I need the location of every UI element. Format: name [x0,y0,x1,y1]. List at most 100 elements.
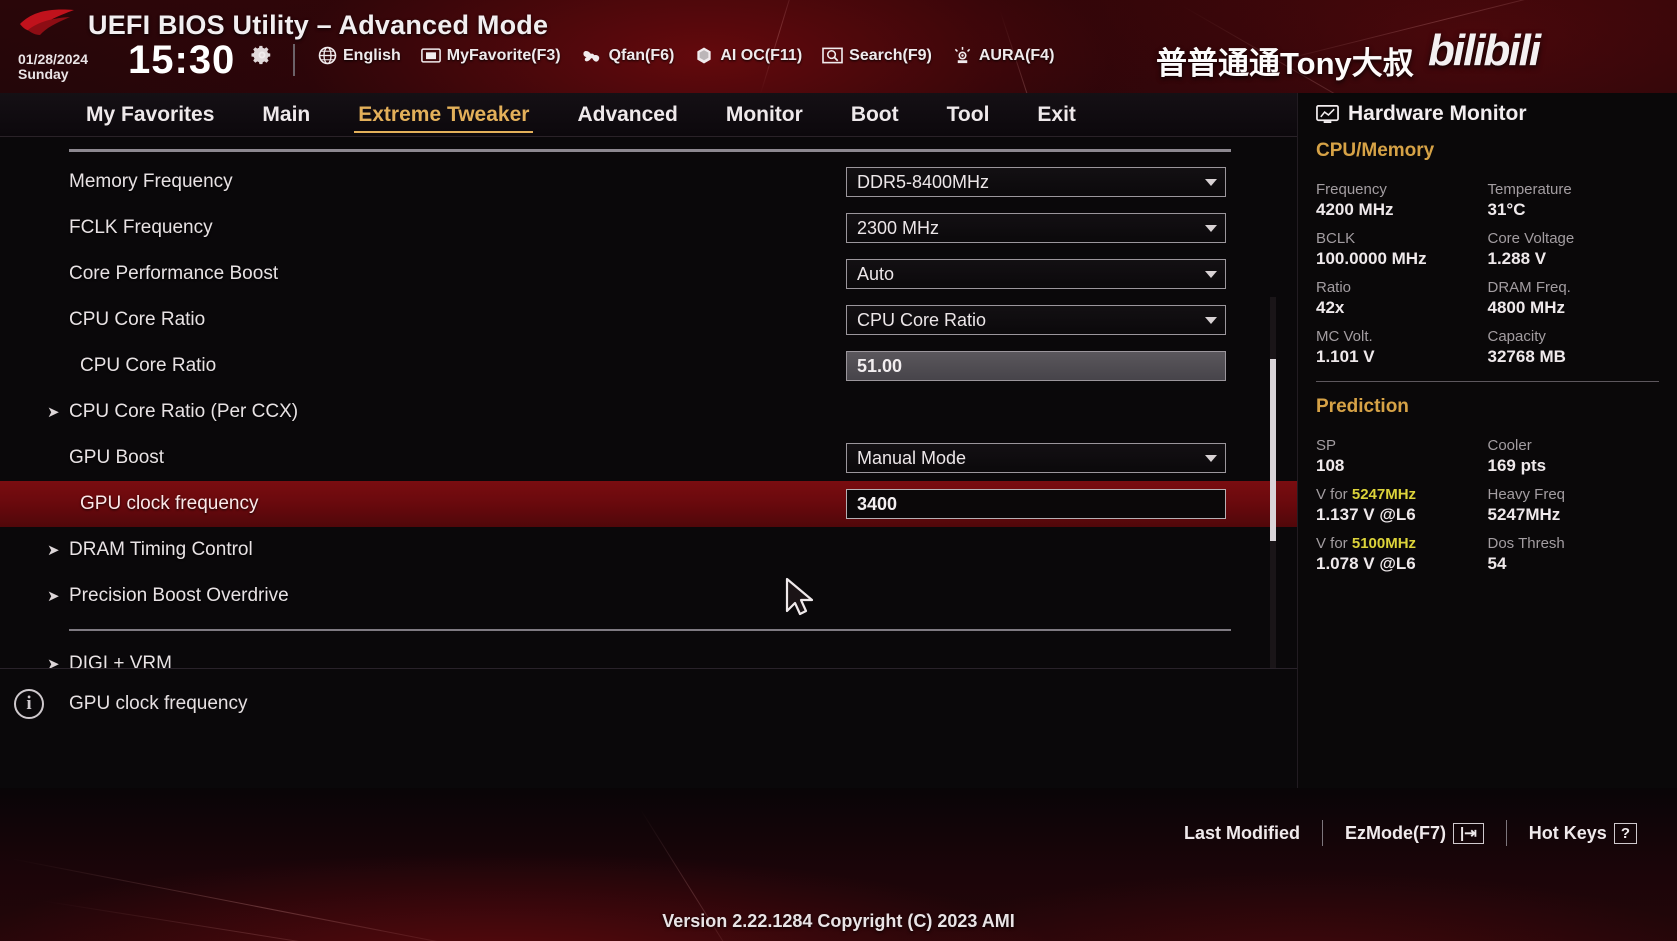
settings-top-divider [69,149,1231,152]
settings-row-control: DDR5-8400MHz [846,167,1226,197]
settings-section-divider [69,629,1231,631]
settings-row[interactable]: ➤ Precision Boost Overdrive [0,573,1297,619]
channel-watermark: 普普通通Tony大叔 [1156,46,1414,81]
footer-ezmode[interactable]: EzMode(F7) |⇥ [1323,822,1506,844]
header-toolbar: English MyFavorite(F3) Qfan(F6) AI OC(F1… [318,46,1054,65]
hw-metric-value: 1.137 V @L6 [1316,505,1416,524]
dropdown-select[interactable]: DDR5-8400MHz [846,167,1226,197]
toolbar-item-aura[interactable]: AURA(F4) [952,46,1055,65]
tab-monitor[interactable]: Monitor [702,103,827,127]
hw-metric-value: 100.0000 MHz [1316,249,1427,268]
search-icon [822,47,843,64]
settings-row[interactable]: ➤ DIGI + VRM [0,641,1297,668]
footer: Last Modified EzMode(F7) |⇥ Hot Keys ? V… [0,788,1677,941]
tab-extreme-tweaker[interactable]: Extreme Tweaker [334,103,553,133]
hw-metric-key: V for 5100MHz [1316,535,1417,552]
chip-icon [697,47,712,64]
dropdown-value: CPU Core Ratio [857,309,987,330]
hw-metric-value: 1.288 V [1487,249,1547,268]
dropdown-select[interactable]: 2300 MHz [846,213,1226,243]
tab-tool[interactable]: Tool [923,103,1014,127]
settings-row[interactable]: Core Performance Boost Auto [0,251,1297,297]
hw-metric-key-highlight: 5247MHz [1351,486,1417,503]
help-text: GPU clock frequency [69,693,248,714]
settings-row-label: CPU Core Ratio (Per CCX) [69,401,299,422]
hw-section-title: CPU/Memory [1316,140,1435,161]
settings-row-control: Auto [846,259,1226,289]
toolbar-item-aioc[interactable]: AI OC(F11) [694,46,802,65]
footer-last-modified-label: Last Modified [1184,822,1301,843]
settings-row-control: 2300 MHz [846,213,1226,243]
tab-my-favorites[interactable]: My Favorites [62,103,238,127]
tab-boot[interactable]: Boot [827,103,923,127]
hw-metric-value: 4800 MHz [1487,298,1565,317]
hw-metric-key: SP [1316,437,1337,454]
main-nav: My Favorites Main Extreme Tweaker Advanc… [0,93,1297,137]
settings-row[interactable]: GPU Boost Manual Mode [0,435,1297,481]
header: UEFI BIOS Utility – Advanced Mode 01/28/… [0,0,1677,93]
rog-logo-icon [20,9,74,35]
settings-row-label: Core Performance Boost [69,263,279,284]
toolbar-label-aura: AURA(F4) [978,46,1055,64]
dropdown-value: DDR5-8400MHz [857,171,990,192]
chevron-down-icon [1205,454,1217,462]
footer-hotkeys[interactable]: Hot Keys ? [1507,822,1659,844]
settings-row[interactable]: CPU Core Ratio CPU Core Ratio [0,297,1297,343]
hw-metrics-grid: Frequency Temperature 4200 MHz 31°C BCLK Core… [1316,173,1659,367]
dropdown-select[interactable]: CPU Core Ratio [846,305,1226,335]
settings-row[interactable]: GPU clock frequency 3400 [0,481,1297,527]
settings-row[interactable]: CPU Core Ratio 51.00 [0,343,1297,389]
help-bar: i GPU clock frequency [0,668,1297,788]
text-input-field[interactable]: 51.00 [846,351,1226,381]
dropdown-select[interactable]: Auto [846,259,1226,289]
hw-metric-key: V for 5247MHz [1316,486,1417,503]
bios-screen: UEFI BIOS Utility – Advanced Mode 01/28/… [0,0,1677,941]
settings-row-label: GPU Boost [69,447,165,468]
tab-exit[interactable]: Exit [1013,103,1100,127]
footer-hotkeys-label: Hot Keys [1528,822,1607,843]
footer-hotkeys-key: ? [1613,822,1637,844]
footer-ezmode-label: EzMode(F7) [1345,822,1447,843]
page-title: UEFI BIOS Utility – Advanced Mode [88,10,549,40]
expand-arrow-icon: ➤ [47,404,60,421]
hw-section-title: Prediction [1316,396,1409,417]
toolbar-item-search[interactable]: Search(F9) [822,46,932,65]
settings-row-control: CPU Core Ratio [846,305,1226,335]
tab-advanced[interactable]: Advanced [553,103,701,127]
hw-metric-value: 54 [1487,554,1507,573]
hw-metric-value: 42x [1316,298,1345,317]
chevron-down-icon [1205,316,1217,324]
date-display: 01/28/2024 Sunday [18,52,88,82]
settings-row-label: GPU clock frequency [80,493,259,514]
toolbar-item-language[interactable]: English [318,46,401,65]
expand-arrow-icon: ➤ [47,656,60,668]
settings-row[interactable]: FCLK Frequency 2300 MHz [0,205,1297,251]
toolbar-item-qfan[interactable]: Qfan(F6) [581,47,674,65]
weekday-value: Sunday [18,66,69,82]
footer-last-modified[interactable]: Last Modified [1162,823,1322,844]
toolbar-label-search: Search(F9) [849,46,932,64]
dropdown-value: 2300 MHz [857,217,940,238]
settings-row[interactable]: ➤ DRAM Timing Control [0,527,1297,573]
fan-icon [583,50,599,62]
settings-row[interactable]: ➤ CPU Core Ratio (Per CCX) [0,389,1297,435]
dropdown-value: Manual Mode [857,447,967,468]
toolbar-label-aioc: AI OC(F11) [720,46,803,64]
text-input-value: 3400 [857,493,898,514]
tab-main[interactable]: Main [238,103,334,127]
bilibili-logo: bilibili [1428,26,1541,75]
hw-metric-key: Core Voltage [1487,230,1575,247]
chevron-down-icon [1205,270,1217,278]
settings-scrollbar-thumb[interactable] [1270,359,1276,541]
hw-metric-key: Temperature [1487,181,1572,198]
settings-row[interactable]: Memory Frequency DDR5-8400MHz [0,159,1297,205]
text-input-field[interactable]: 3400 [846,489,1226,519]
hw-metric-value: 5247MHz [1487,505,1561,524]
hw-metric-key: Frequency [1316,181,1387,198]
dropdown-select[interactable]: Manual Mode [846,443,1226,473]
hw-metric-value: 4200 MHz [1316,200,1394,219]
settings-row-control: Manual Mode [846,443,1226,473]
toolbar-item-myfavorite[interactable]: MyFavorite(F3) [420,47,561,65]
globe-icon [318,46,337,65]
gear-icon[interactable] [251,44,273,66]
